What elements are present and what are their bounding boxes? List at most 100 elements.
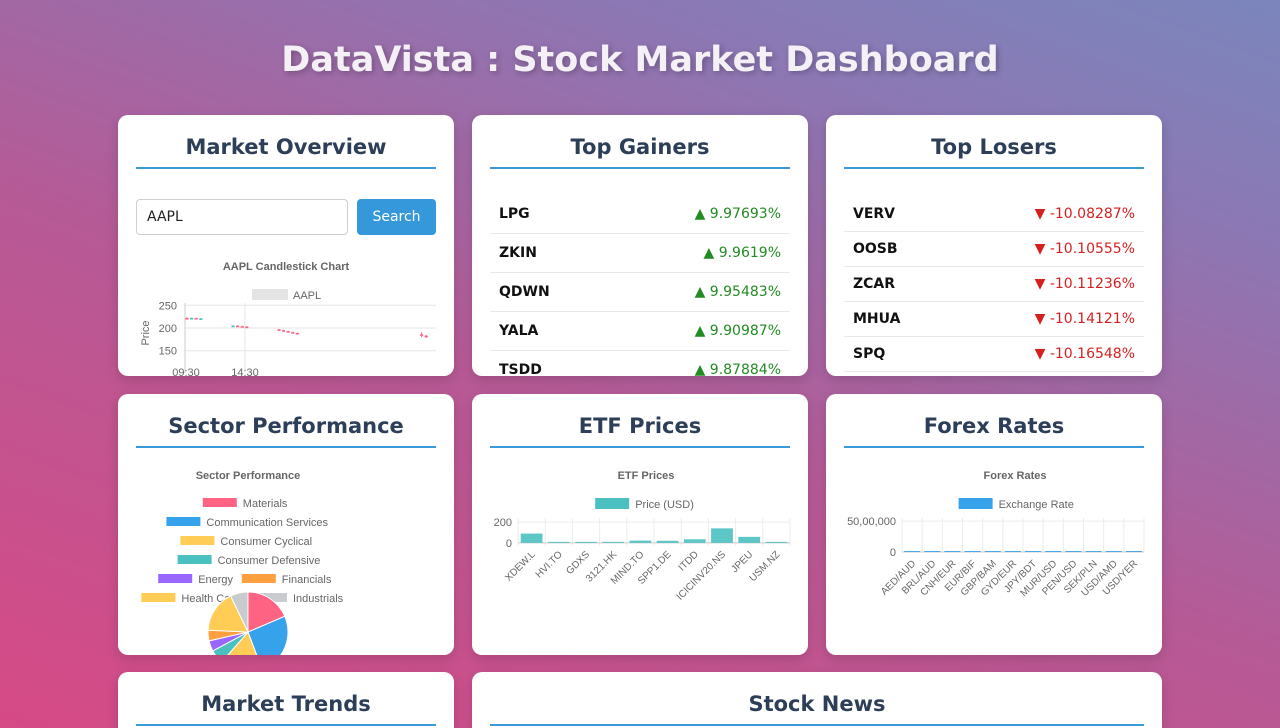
loser-symbol: ZCAR [853, 276, 896, 292]
candle-body [240, 326, 244, 328]
candle-body [231, 325, 235, 328]
forex-legend-swatch [958, 498, 993, 509]
pie-legend-swatch [141, 593, 176, 602]
gainer-row[interactable]: YALA ▲ 9.90987% [490, 312, 790, 351]
candle-y-tick-label: 200 [159, 323, 177, 335]
forex-chart-title: Forex Rates [984, 470, 1047, 482]
pie-legend-label: Consumer Defensive [218, 555, 321, 567]
pie-legend-swatch [166, 517, 201, 526]
pie-legend-label: Materials [243, 498, 288, 510]
etf-bar [520, 533, 543, 543]
forex-bar [1125, 551, 1142, 552]
gainer-symbol: LPG [499, 206, 530, 222]
forex-bar [1105, 551, 1122, 552]
forex-bar [1004, 551, 1021, 552]
loser-row[interactable]: MHUA ▼ -10.14121% [844, 302, 1144, 337]
top-losers-card: Top Losers VERV ▼ -10.08287% OOSB ▼ -10.… [826, 115, 1162, 376]
forex-bar [964, 551, 981, 552]
etf-bar [738, 536, 761, 543]
sector-performance-card: Sector Performance Sector Performance Mat… [118, 394, 454, 655]
candle-body [291, 332, 295, 334]
gainer-symbol: TSDD [499, 362, 542, 376]
loser-change: -10.10555% [1049, 241, 1135, 257]
forex-bar [1065, 551, 1082, 552]
loser-symbol: VERV [853, 206, 896, 222]
candle-y-tick-label: 150 [159, 346, 177, 358]
candle-body [295, 333, 299, 335]
top-gainers-title: Top Gainers [490, 133, 790, 169]
etf-x-tick-label: HVI.TO [534, 549, 565, 580]
stock-news-title: Stock News [490, 690, 1144, 726]
up-arrow-icon: ▲ [694, 362, 710, 376]
gainer-change: 9.9619% [718, 245, 781, 261]
pie-legend-label: Financials [282, 574, 332, 586]
etf-bar [629, 540, 652, 543]
gainer-change: 9.95483% [709, 284, 781, 300]
forex-y-tick-label: 0 [890, 547, 896, 559]
etf-x-tick-label: ICICINV20.NS [675, 549, 729, 603]
up-arrow-icon: ▲ [694, 284, 710, 300]
gainer-symbol: YALA [499, 323, 539, 339]
etf-legend-swatch [595, 498, 630, 509]
pie-legend-swatch [177, 555, 212, 564]
etf-y-tick-label: 200 [494, 517, 512, 529]
loser-change: -10.16548% [1049, 346, 1135, 362]
down-arrow-icon: ▼ [1034, 276, 1050, 292]
candle-body [194, 318, 198, 320]
loser-row[interactable]: OOSB ▼ -10.10555% [844, 232, 1144, 267]
pie-legend-label: Communication Services [206, 517, 328, 529]
gainer-row[interactable]: QDWN ▲ 9.95483% [490, 273, 790, 312]
forex-rates-bar-chart: Forex RatesExchange Rate050,00,000AED/AU… [847, 470, 1145, 599]
candle-y-axis-label: Price [140, 320, 152, 345]
forex-bar [1025, 551, 1042, 552]
etf-bar [602, 541, 625, 543]
loser-change: -10.11236% [1049, 276, 1135, 292]
gainer-row[interactable]: LPG ▲ 9.97693% [490, 195, 790, 234]
candle-body [236, 325, 240, 328]
candle-body [286, 331, 290, 333]
etf-prices-card: ETF Prices ETF Prices Price (USD) 0 200 XDEW… [472, 394, 808, 655]
forex-legend-label: Exchange Rate [999, 499, 1074, 511]
top-gainers-card: Top Gainers LPG ▲ 9.97693% ZKIN ▲ 9.9619… [472, 115, 808, 376]
gainer-row[interactable]: ZKIN ▲ 9.9619% [490, 234, 790, 273]
pie-legend-swatch [180, 536, 215, 545]
candle-body [277, 329, 281, 331]
loser-symbol: MHUA [853, 311, 901, 327]
pie-legend-label: Energy [198, 574, 233, 586]
stock-news-card: Stock News [472, 672, 1162, 728]
etf-legend-label: Price (USD) [635, 499, 694, 511]
gainer-row[interactable]: TSDD ▲ 9.87884% [490, 351, 790, 376]
candle-body [190, 318, 194, 320]
page-title: DataVista : Stock Market Dashboard [281, 40, 999, 80]
gainer-change: 9.87884% [709, 362, 781, 376]
up-arrow-icon: ▲ [703, 245, 719, 261]
candle-body [420, 334, 424, 336]
forex-rates-card: Forex Rates Forex Rates Exchange Rate 0 50,… [826, 394, 1162, 655]
etf-bar [765, 541, 788, 543]
pie-legend-swatch [158, 574, 193, 583]
down-arrow-icon: ▼ [1034, 346, 1050, 362]
candle-x-tick-label: 14:30 [231, 367, 259, 376]
down-arrow-icon: ▼ [1034, 241, 1050, 257]
loser-row[interactable]: VERV ▼ -10.08287% [844, 197, 1144, 232]
top-losers-title: Top Losers [844, 133, 1144, 169]
loser-change: -10.14121% [1049, 311, 1135, 327]
candle-body [199, 318, 203, 320]
forex-y-tick-label: 50,00,000 [847, 516, 896, 528]
loser-row[interactable]: ZCAR ▼ -10.11236% [844, 267, 1144, 302]
candle-body [282, 330, 286, 332]
gainer-symbol: ZKIN [499, 245, 537, 261]
etf-bar [656, 540, 679, 543]
candle-legend-label: AAPL [293, 290, 321, 302]
pie-legend-label: Consumer Cyclical [220, 536, 312, 548]
forex-bar [1045, 551, 1062, 552]
pie-legend-swatch [241, 574, 276, 583]
forex-bar [944, 551, 961, 552]
candle-y-tick-label: 250 [159, 300, 177, 312]
candle-body [245, 326, 249, 329]
pie-chart-title: Sector Performance [196, 470, 301, 482]
loser-row[interactable]: SPQ ▼ -10.16548% [844, 337, 1144, 372]
candle-body [185, 318, 189, 320]
etf-bar [683, 539, 706, 543]
etf-x-tick-label: USM.NZ [748, 549, 783, 584]
